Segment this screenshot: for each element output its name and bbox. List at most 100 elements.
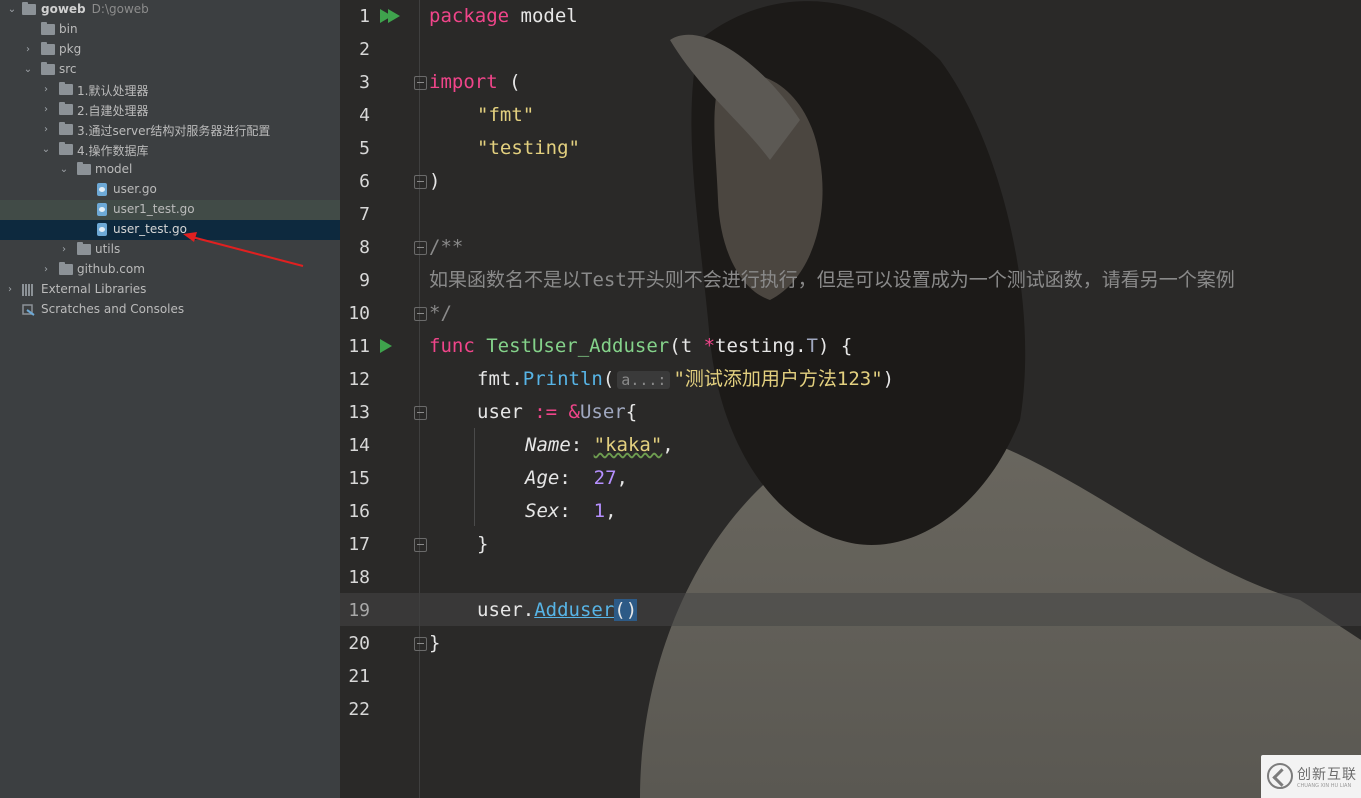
code-text: ( [602,368,615,390]
struct-field: Age [525,467,560,489]
struct-field: Sex [525,500,560,522]
line-number: 6 [359,171,370,192]
code-text: : [559,500,594,522]
line-number: 18 [348,567,370,588]
fold-marker-icon[interactable] [414,175,427,189]
function-name: TestUser_Adduser [486,335,670,357]
string-literal: "fmt" [477,104,535,126]
code-line-16[interactable]: Sex: 1, [525,495,617,528]
code-line-14[interactable]: Name: "kaka", [525,429,674,462]
code-text: ) [882,368,895,390]
number-literal: 1 [593,500,606,522]
code-line-15[interactable]: Age: 27, [525,462,628,495]
pointer-operator: * [703,335,716,357]
code-editor[interactable]: 1 2 3 4 5 6 7 8 9 10 11 12 13 14 15 16 1… [340,0,1361,798]
string-literal: "测试添加用户方法123" [673,368,883,390]
code-line-3[interactable]: import ( [429,66,521,99]
tree-item-label: Scratches and Consoles [41,302,185,316]
code-text: model [509,5,578,27]
keyword: func [429,335,475,357]
code-line-13[interactable]: user := &User{ [477,396,637,429]
code-line-12[interactable]: fmt.Println(a...: "测试添加用户方法123") [477,363,894,396]
keyword: import [429,71,498,93]
code-line-9[interactable]: 如果函数名不是以Test开头则不会进行执行，但是可以设置成为一个测试函数，请看另… [429,264,1235,297]
line-number: 8 [359,237,370,258]
watermark-subtext: CHUANG XIN HU LIAN [1297,783,1352,789]
keyword: package [429,5,510,27]
function-call: Println [522,368,603,390]
line-number: 14 [348,435,370,456]
code-line-8[interactable]: /** [429,231,463,264]
code-text: ) [429,170,441,192]
number-literal: 27 [593,467,617,489]
code-text: ( [497,71,521,93]
line-number: 10 [348,303,370,324]
scratches-icon [22,304,35,316]
string-literal: "testing" [477,137,580,159]
fold-marker-icon[interactable] [414,406,427,420]
line-number: 20 [348,633,370,654]
function-call[interactable]: Adduser [534,599,614,621]
line-number: 22 [348,699,370,720]
line-number: 12 [348,369,370,390]
code-text: , [616,467,628,489]
type-name: User [579,401,626,423]
line-number: 11 [348,336,370,357]
run-test-icon[interactable] [380,339,392,353]
indent-guide [474,428,475,526]
code-text: } [477,533,489,555]
red-arrow-annotation [183,232,304,267]
struct-field: Name [525,434,571,456]
tree-item-scratches[interactable]: Scratches and Consoles [0,300,340,320]
line-number: 7 [359,204,370,225]
line-number-current: 19 [348,600,370,621]
code-text: , [662,434,674,456]
fold-marker-icon[interactable] [414,307,427,321]
line-number: 17 [348,534,370,555]
code-text: (t [669,335,704,357]
code-text: user. [477,599,535,621]
line-number: 16 [348,501,370,522]
line-number: 21 [348,666,370,687]
line-number: 3 [359,72,370,93]
code-line-20[interactable]: } [429,627,440,660]
code-text: : [559,467,594,489]
comment: 如果函数名不是以Test开头则不会进行执行，但是可以设置成为一个测试函数，请看另… [429,269,1235,291]
watermark-logo: 创新互联 CHUANG XIN HU LIAN [1261,755,1361,798]
code-text: user [477,401,535,423]
code-line-6[interactable]: ) [429,165,440,198]
line-number: 9 [359,270,370,291]
line-number: 4 [359,105,370,126]
string-literal: "kaka" [593,434,663,456]
run-package-icon-second[interactable] [388,9,400,23]
fold-marker-icon[interactable] [414,241,427,255]
line-number: 15 [348,468,370,489]
code-line-17[interactable]: } [477,528,488,561]
operator: & [557,401,580,423]
line-number: 5 [359,138,370,159]
code-text: { [625,401,638,423]
code-text: ) { [818,335,853,357]
code-text: () [614,599,638,621]
code-text: : [570,434,594,456]
parameter-hint: a...: [617,371,671,389]
watermark-text: 创新互联 [1297,767,1357,783]
comment: /** [429,236,464,258]
code-text: testing. [715,335,807,357]
code-line-4[interactable]: "fmt" [477,99,534,132]
code-line-10[interactable]: */ [429,297,452,330]
operator: := [534,401,558,423]
comment: */ [429,302,452,324]
editor-gutter: 1 2 3 4 5 6 7 8 9 10 11 12 13 14 15 16 1… [340,0,427,798]
watermark-icon [1267,763,1293,789]
line-number: 1 [359,6,370,27]
fold-marker-icon[interactable] [414,76,427,90]
code-line-19[interactable]: user.Adduser() [477,594,638,627]
fold-marker-icon[interactable] [414,538,427,552]
code-line-5[interactable]: "testing" [477,132,580,165]
code-line-11[interactable]: func TestUser_Adduser(t *testing.T) { [429,330,852,363]
type-name: T [806,335,818,357]
fold-marker-icon[interactable] [414,637,427,651]
line-number: 2 [359,39,370,60]
code-line-1[interactable]: package model [429,0,578,33]
